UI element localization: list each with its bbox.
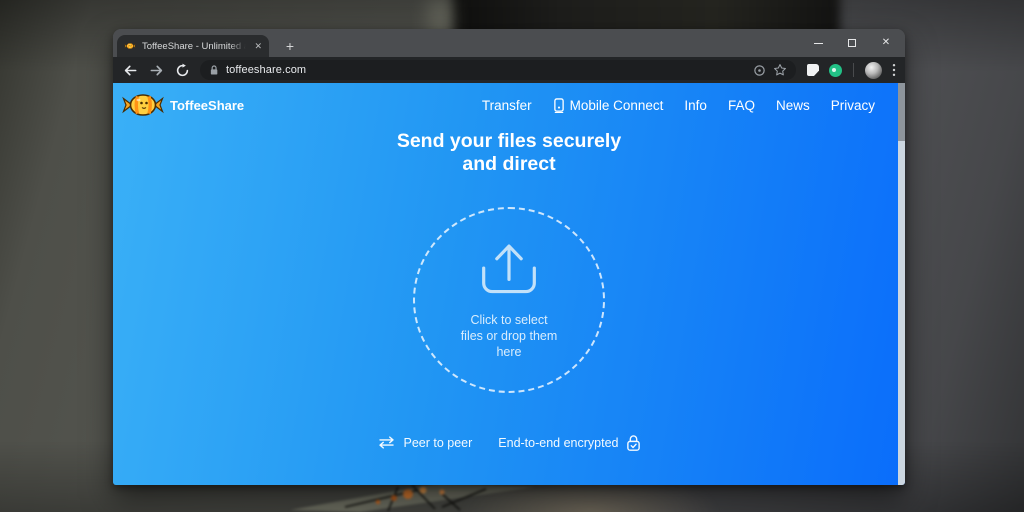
bookmark-star-icon[interactable] [773,63,787,77]
dropzone-line2: files or drop them [460,329,558,343]
nav-faq-label: FAQ [727,97,755,113]
profile-avatar[interactable] [865,61,882,79]
scrollbar-thumb[interactable] [898,83,905,141]
upload-tray-icon [482,244,536,294]
feature-peer-to-peer: Peer to peer [377,436,472,450]
nav-privacy[interactable]: Privacy [831,98,875,113]
site-security-lock-icon [210,65,218,75]
nav-faq[interactable]: FAQ [728,98,755,113]
page-action-target-circle-icon[interactable] [753,64,766,77]
arrow-left-icon [124,65,137,75]
back-button[interactable] [122,62,139,79]
extension-green-circle-icon[interactable] [829,63,842,77]
dropzone-line3: here [496,345,522,359]
reload-icon [176,63,189,76]
brand-name: ToffeeShare [170,97,245,113]
page-scrollbar[interactable] [898,83,905,485]
hero-line2: and direct [462,153,556,175]
nav-privacy-label: Privacy [830,97,875,113]
close-button[interactable]: ✕ [869,29,903,57]
browser-toolbar: toffeeshare.com [113,57,905,83]
tab-close-icon[interactable]: ✕ [254,41,262,51]
forward-button[interactable] [148,62,165,79]
hero-line1: Send your files securely [396,130,622,152]
site-header: ToffeeShare Transfer Mobile Connect Info… [113,83,905,118]
reload-button[interactable] [174,62,191,79]
new-tab-button[interactable]: + [278,34,302,57]
swap-arrows-icon [379,436,395,449]
file-dropzone[interactable]: Click to select files or drop them here [413,207,605,393]
main-nav: Transfer Mobile Connect Info FAQ News Pr… [482,98,875,113]
feature-encrypted-label: End-to-end encrypted [498,435,619,450]
toolbar-separator [853,63,854,77]
tab-favicon-candy-icon [124,42,136,50]
address-bar[interactable]: toffeeshare.com [200,60,796,80]
arrow-right-icon [150,65,163,75]
nav-info-label: Info [684,97,707,113]
minimize-button[interactable] [801,29,835,57]
browser-window: ToffeeShare - Unlimited and sec ✕ + ✕ [113,29,905,485]
maximize-icon [848,39,856,47]
browser-menu-three-dots-icon[interactable] [892,63,896,77]
url-text[interactable]: toffeeshare.com [226,64,746,76]
nav-info[interactable]: Info [684,98,707,113]
nav-news-label: News [775,97,810,113]
dropzone-line1: Click to select [470,313,548,327]
feature-peer-label: Peer to peer [403,435,473,450]
hero-heading: Send your files securely and direct [113,130,905,176]
brand-logo[interactable]: ToffeeShare [121,92,244,118]
toffeeshare-page: ToffeeShare Transfer Mobile Connect Info… [113,83,905,485]
maximize-button[interactable] [835,29,869,57]
tab-title: ToffeeShare - Unlimited and sec [142,40,249,52]
window-controls: ✕ [801,29,903,57]
lock-check-icon [626,435,640,451]
nav-transfer[interactable]: Transfer [482,98,532,113]
nav-mobile-connect[interactable]: Mobile Connect [553,97,664,113]
browser-tab[interactable]: ToffeeShare - Unlimited and sec ✕ [117,35,269,57]
extension-flag-icon[interactable] [807,64,819,76]
smartphone-icon [553,97,564,113]
browser-titlebar: ToffeeShare - Unlimited and sec ✕ + ✕ [113,29,905,57]
minimize-icon [813,42,823,44]
nav-transfer-label: Transfer [481,97,532,113]
nav-mobile-connect-label: Mobile Connect [569,97,664,113]
dropzone-text: Click to select files or drop them here [461,312,558,360]
feature-encrypted: End-to-end encrypted [498,433,640,452]
feature-row: Peer to peer End-to-end encrypted [113,433,905,452]
candy-logo-icon [121,92,165,118]
nav-news[interactable]: News [776,98,810,113]
extensions-area [807,61,896,79]
